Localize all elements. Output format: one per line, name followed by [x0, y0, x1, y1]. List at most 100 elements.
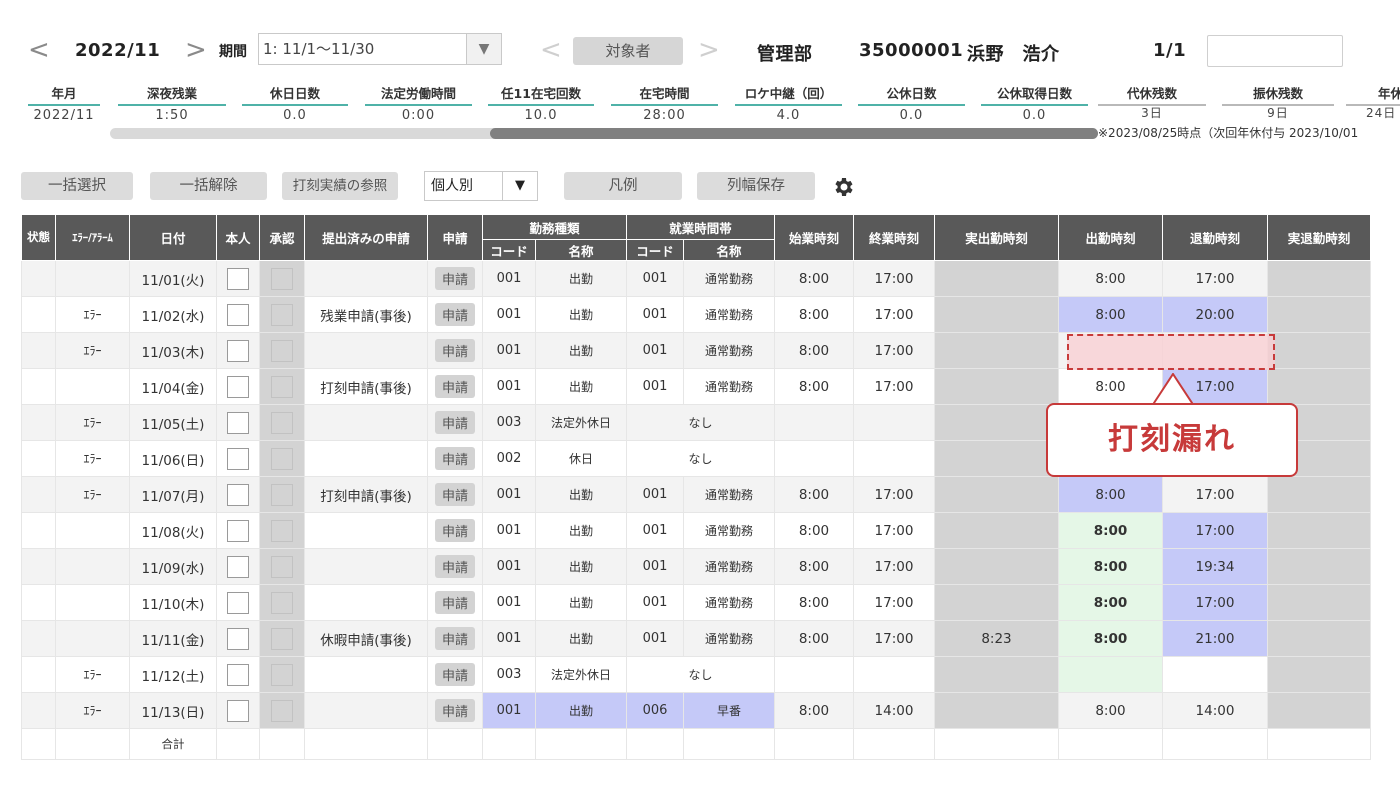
clock-in-cell[interactable]: 8:00	[1058, 476, 1163, 513]
clock-in-cell[interactable]: 8:00	[1058, 368, 1163, 405]
start-time-cell: 8:00	[774, 692, 854, 729]
apply-button[interactable]: 申請	[434, 627, 475, 650]
clock-in-cell[interactable]: 8:00	[1058, 296, 1163, 333]
apply-button[interactable]: 申請	[434, 519, 475, 542]
clock-in-cell[interactable]: 8:00	[1058, 620, 1163, 657]
col-date: 日付	[129, 214, 217, 261]
chevron-down-icon: ▼	[502, 172, 537, 200]
date-cell: 11/06(日)	[129, 440, 217, 477]
apply-cell: 申請	[427, 332, 483, 369]
clock-out-cell[interactable]: 17:00	[1162, 584, 1268, 621]
self-checkbox[interactable]	[227, 303, 249, 326]
submitted-application-cell: 打刻申請(事後)	[304, 476, 428, 513]
self-checkbox[interactable]	[227, 591, 249, 614]
self-checkbox[interactable]	[227, 555, 249, 578]
apply-button[interactable]: 申請	[434, 663, 475, 686]
col-clock-out: 退勤時刻	[1162, 214, 1268, 261]
total-cell	[55, 728, 130, 760]
clock-out-cell[interactable]: 21:00	[1162, 620, 1268, 657]
period-select[interactable]: 1: 11/1〜11/30 ▼	[258, 33, 502, 65]
employee-id: 35000001	[859, 40, 964, 61]
clock-in-cell[interactable]: 8:00	[1058, 548, 1163, 585]
approve-check-cell	[259, 620, 305, 657]
self-check-cell	[216, 692, 260, 729]
target-prev-arrow[interactable]: <	[540, 37, 562, 63]
work-name-cell: 休日	[535, 440, 627, 477]
clock-in-cell[interactable]: 8:00	[1058, 512, 1163, 549]
clock-out-cell[interactable]: 17:00	[1162, 512, 1268, 549]
clock-in-cell[interactable]: 8:00	[1058, 260, 1163, 297]
clock-out-cell[interactable]: 17:00	[1162, 476, 1268, 513]
self-checkbox[interactable]	[227, 699, 249, 722]
apply-button[interactable]: 申請	[434, 699, 475, 722]
summary-value: 0.0	[1022, 108, 1047, 123]
prev-month-arrow[interactable]: <	[28, 37, 50, 63]
clock-in-cell[interactable]	[1058, 656, 1163, 693]
clock-out-cell[interactable]	[1162, 656, 1268, 693]
self-checkbox[interactable]	[227, 375, 249, 398]
apply-button[interactable]: 申請	[434, 411, 475, 434]
work-hours-code-cell: 001	[626, 368, 684, 405]
deselect-all-button[interactable]: 一括解除	[150, 172, 267, 200]
self-check-cell	[216, 404, 260, 441]
self-checkbox[interactable]	[227, 663, 249, 686]
work-hours-name-cell: 通常勤務	[683, 512, 775, 549]
work-code-cell: 001	[482, 584, 536, 621]
target-person-button[interactable]: 対象者	[573, 37, 683, 65]
actual-out-cell	[1267, 368, 1371, 405]
next-month-arrow[interactable]: >	[185, 37, 207, 63]
work-hours-code-cell: 001	[626, 332, 684, 369]
error-cell	[55, 368, 130, 405]
total-cell	[934, 728, 1059, 760]
start-time-cell: 8:00	[774, 260, 854, 297]
save-column-width-button[interactable]: 列幅保存	[697, 172, 815, 200]
chevron-down-icon: ▼	[466, 34, 501, 64]
approve-check-cell	[259, 656, 305, 693]
apply-button[interactable]: 申請	[434, 555, 475, 578]
approve-checkbox	[271, 447, 293, 470]
clock-out-cell[interactable]: 20:00	[1162, 296, 1268, 333]
clock-out-cell[interactable]: 17:00	[1162, 260, 1268, 297]
end-time-cell: 17:00	[853, 512, 935, 549]
target-next-arrow[interactable]: >	[698, 37, 720, 63]
clock-in-cell[interactable]: 8:00	[1058, 692, 1163, 729]
self-checkbox[interactable]	[227, 519, 249, 542]
submitted-application-cell	[304, 584, 428, 621]
work-code-cell: 001	[482, 296, 536, 333]
apply-button[interactable]: 申請	[434, 447, 475, 470]
select-all-button[interactable]: 一括選択	[21, 172, 133, 200]
table-row: ｴﾗｰ 11/13(日) 申請 001 出勤 006 早番 8:00 14:00 8:00 14:0…	[21, 692, 1371, 729]
start-time-cell: 8:00	[774, 584, 854, 621]
gear-icon[interactable]	[832, 175, 856, 199]
apply-button[interactable]: 申請	[434, 375, 475, 398]
end-time-cell: 17:00	[853, 620, 935, 657]
apply-button[interactable]: 申請	[434, 339, 475, 362]
clock-in-cell[interactable]: 8:00	[1058, 584, 1163, 621]
self-checkbox[interactable]	[227, 267, 249, 290]
approve-check-cell	[259, 296, 305, 333]
self-checkbox[interactable]	[227, 627, 249, 650]
apply-button[interactable]: 申請	[434, 483, 475, 506]
scrollbar-thumb[interactable]	[490, 128, 1098, 139]
apply-button[interactable]: 申請	[434, 591, 475, 614]
date-cell: 11/08(火)	[129, 512, 217, 549]
apply-button[interactable]: 申請	[434, 303, 475, 326]
status-cell	[21, 404, 56, 441]
col-hours-name: 名称	[683, 239, 775, 261]
error-cell: ｴﾗｰ	[55, 476, 130, 513]
start-time-cell	[774, 440, 854, 477]
view-mode-select[interactable]: 個人別 ▼	[424, 171, 538, 201]
self-checkbox[interactable]	[227, 447, 249, 470]
clock-out-cell[interactable]: 19:34	[1162, 548, 1268, 585]
clock-reference-button[interactable]: 打刻実績の参照	[282, 172, 398, 200]
self-checkbox[interactable]	[227, 411, 249, 434]
self-checkbox[interactable]	[227, 483, 249, 506]
legend-button[interactable]: 凡例	[564, 172, 682, 200]
status-cell	[21, 476, 56, 513]
clock-out-cell[interactable]: 14:00	[1162, 692, 1268, 729]
summary-header: ロケ中継（回）	[735, 83, 842, 106]
self-checkbox[interactable]	[227, 339, 249, 362]
page-input[interactable]	[1207, 35, 1343, 67]
summary-scrollbar[interactable]	[110, 128, 1098, 139]
apply-button[interactable]: 申請	[434, 267, 475, 290]
